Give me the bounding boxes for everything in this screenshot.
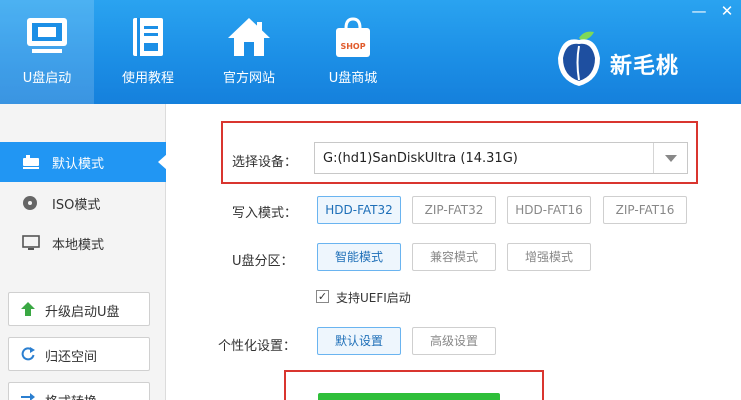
nav-shop[interactable]: SHOP U盘商城 — [306, 0, 400, 104]
shop-icon-text: SHOP — [340, 42, 366, 51]
start-button[interactable] — [318, 393, 500, 400]
nav-tutorial[interactable]: 使用教程 — [101, 0, 195, 104]
partition-smart[interactable]: 智能模式 — [317, 243, 401, 271]
tool-label: 格式转换 — [45, 391, 97, 400]
tutorial-book-icon — [128, 16, 168, 62]
mode-local[interactable]: 本地模式 — [0, 223, 166, 263]
brand-name: 新毛桃 — [610, 54, 680, 79]
restore-icon — [21, 347, 35, 365]
mode-label: ISO模式 — [52, 198, 101, 213]
personal-settings-label: 个性化设置： — [218, 339, 297, 354]
chevron-down-icon — [665, 155, 677, 162]
mode-iso[interactable]: ISO模式 — [0, 183, 166, 223]
tool-label: 升级启动U盘 — [45, 305, 120, 320]
partition-label: U盘分区： — [232, 254, 294, 269]
disc-icon — [22, 195, 38, 215]
settings-default[interactable]: 默认设置 — [317, 327, 401, 355]
partition-compatible[interactable]: 兼容模式 — [412, 243, 496, 271]
mode-label: 默认模式 — [52, 157, 105, 172]
device-select[interactable]: G:(hd1)SanDiskUltra (14.31G) — [314, 142, 688, 174]
write-mode-zip-fat32[interactable]: ZIP-FAT32 — [412, 196, 496, 224]
device-value: G:(hd1)SanDiskUltra (14.31G) — [323, 151, 518, 166]
convert-icon — [21, 392, 35, 400]
usb-boot-icon — [24, 16, 70, 60]
brand-logo: 新毛桃 — [554, 28, 724, 88]
usb-drive-icon — [22, 154, 40, 174]
uefi-checkbox[interactable]: ✓ — [316, 290, 329, 303]
nav-label: U盘商城 — [328, 71, 378, 86]
uefi-label: 支持UEFI启动 — [336, 291, 411, 305]
upgrade-arrow-icon — [21, 302, 35, 320]
minimize-button[interactable]: — — [688, 0, 710, 22]
nav-label: U盘启动 — [22, 71, 72, 86]
mode-label: 本地模式 — [52, 238, 105, 253]
write-mode-zip-fat16[interactable]: ZIP-FAT16 — [603, 196, 687, 224]
partition-enhanced[interactable]: 增强模式 — [507, 243, 591, 271]
format-convert-button[interactable]: 格式转换 — [8, 382, 150, 400]
tool-label: 归还空间 — [45, 350, 98, 365]
home-icon — [226, 16, 272, 62]
active-indicator — [158, 154, 167, 170]
nav-usb-boot[interactable]: U盘启动 — [0, 0, 94, 104]
shop-bag-icon: SHOP — [331, 16, 375, 64]
restore-space-button[interactable]: 归还空间 — [8, 337, 150, 371]
write-mode-hdd-fat32[interactable]: HDD-FAT32 — [317, 196, 401, 224]
top-header: U盘启动 使用教程 官方网站 SHOP U盘商城 — ✕ 新毛桃 — [0, 0, 741, 104]
upgrade-usb-button[interactable]: 升级启动U盘 — [8, 292, 150, 326]
nav-label: 使用教程 — [121, 71, 174, 86]
left-sidebar: 默认模式 ISO模式 本地模式 升级启动U盘 归还空间 — [0, 104, 167, 400]
write-mode-hdd-fat16[interactable]: HDD-FAT16 — [507, 196, 591, 224]
dropdown-button[interactable] — [653, 143, 687, 173]
nav-official-site[interactable]: 官方网站 — [202, 0, 296, 104]
close-button[interactable]: ✕ — [716, 0, 738, 22]
monitor-icon — [22, 235, 40, 255]
settings-advanced[interactable]: 高级设置 — [412, 327, 496, 355]
nav-label: 官方网站 — [222, 71, 275, 86]
peach-logo-icon — [554, 28, 604, 92]
mode-default[interactable]: 默认模式 — [0, 142, 167, 182]
write-mode-label: 写入模式： — [232, 206, 298, 221]
device-label: 选择设备： — [232, 155, 298, 170]
